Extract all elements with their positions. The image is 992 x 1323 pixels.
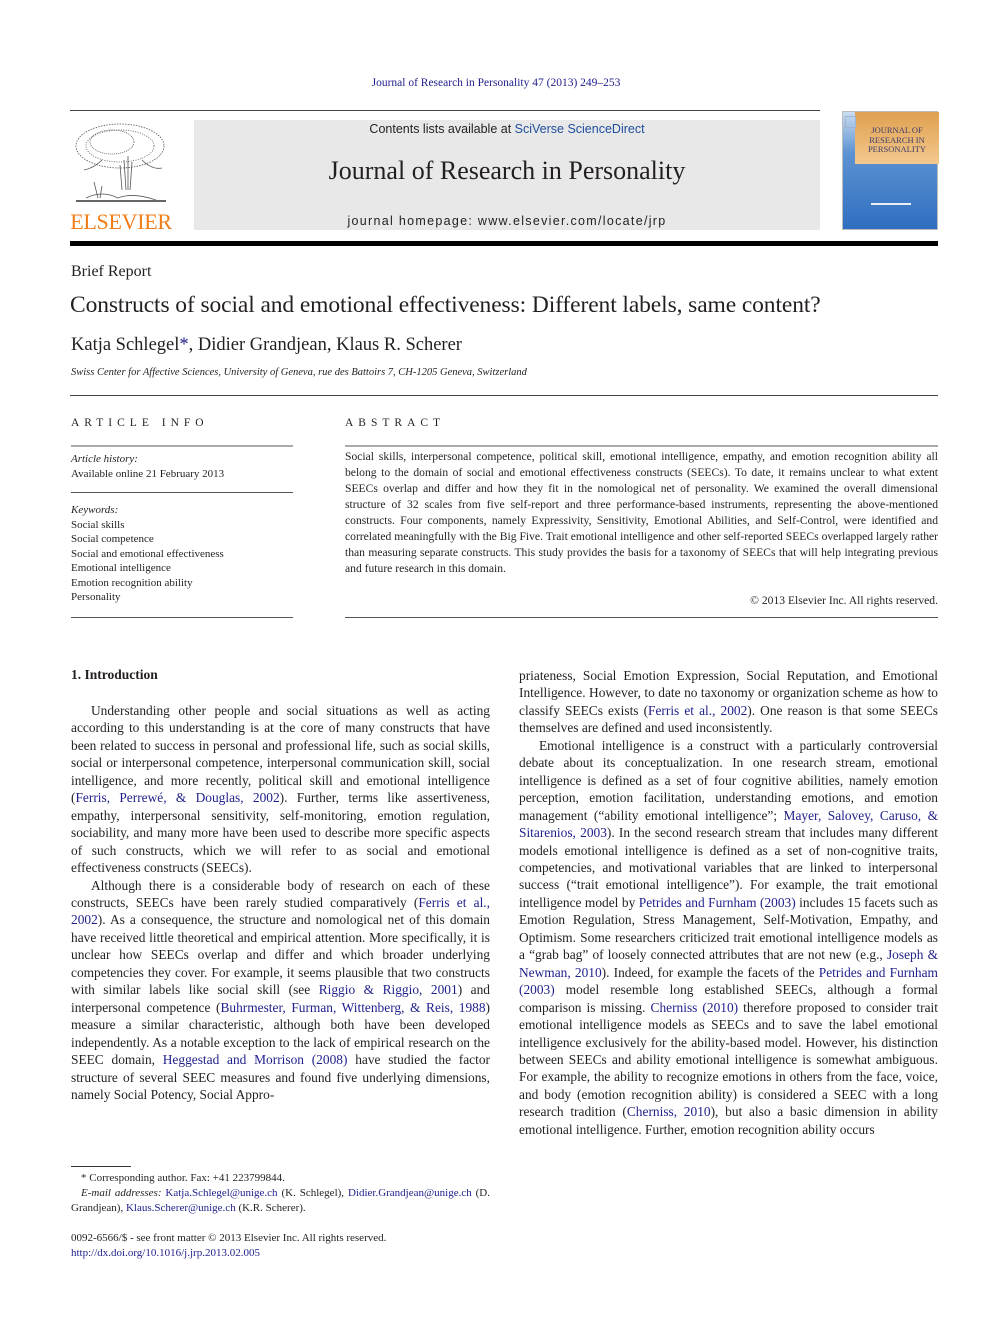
keyword: Emotion recognition ability [71, 576, 193, 589]
doi-link[interactable]: http://dx.doi.org/10.1016/j.jrp.2013.02.… [71, 1246, 571, 1261]
masthead-rule [70, 241, 938, 246]
footnote-rule [71, 1166, 131, 1167]
keyword: Social and emotional effectiveness [71, 547, 224, 560]
abstract-rule [345, 445, 938, 447]
keyword: Personality [71, 591, 121, 603]
citation-link[interactable]: Cherniss (2010) [651, 1000, 739, 1015]
history-value: Available online 21 February 2013 [71, 467, 225, 480]
journal-cover-image: JOURNAL OF RESEARCH IN PERSONALITY [842, 111, 939, 230]
footnotes: * Corresponding author. Fax: +41 2237998… [71, 1171, 490, 1216]
cover-title: JOURNAL OF RESEARCH IN PERSONALITY [867, 125, 927, 154]
journal-homepage[interactable]: journal homepage: www.elsevier.com/locat… [194, 214, 820, 228]
keyword: Emotional intelligence [71, 562, 171, 574]
email-addresses: E-mail addresses: Katja.Schlegel@unige.c… [71, 1187, 490, 1214]
body-column-left: Understanding other people and social si… [71, 702, 490, 1103]
paragraph: Understanding other people and social si… [71, 702, 490, 877]
author-name: Didier Grandjean [197, 335, 327, 355]
keyword-list: Social skills Social competence Social and… [71, 518, 293, 605]
sciencedirect-link[interactable]: SciVerse ScienceDirect [515, 122, 645, 136]
corresponding-author-marker[interactable]: * [179, 335, 188, 355]
citation-link[interactable]: Petrides and Furnham (2003) [639, 895, 796, 910]
article-type: Brief Report [71, 263, 152, 280]
citation-link[interactable]: Buhrmester, Furman, Wittenberg, & Reis, … [220, 1000, 485, 1015]
history-label: Article history: [71, 453, 138, 465]
issn-block: 0092-6566/$ - see front matter © 2013 El… [71, 1231, 571, 1261]
running-head[interactable]: Journal of Research in Personality 47 (2… [0, 77, 992, 89]
email-link[interactable]: Klaus.Scherer@unige.ch [126, 1202, 236, 1214]
title-rule [70, 395, 938, 396]
citation-link[interactable]: Ferris, Perrewé, & Douglas, 2002 [75, 790, 279, 805]
contents-line: Contents lists available at SciVerse Sci… [194, 122, 820, 136]
affiliation: Swiss Center for Affective Sciences, Uni… [71, 367, 527, 378]
author-list: Katja Schlegel*, Didier Grandjean, Klaus… [71, 335, 462, 355]
author-name: Katja Schlegel [71, 335, 180, 355]
abstract-bottom-rule [345, 617, 938, 618]
keyword: Social competence [71, 533, 154, 545]
paragraph: priateness, Social Emotion Expression, S… [519, 667, 938, 737]
email-label: E-mail addresses: [81, 1187, 166, 1199]
author-name: Klaus R. Scherer [336, 335, 462, 355]
body-column-right: priateness, Social Emotion Expression, S… [519, 667, 938, 1138]
cover-footer-mark [871, 203, 911, 205]
elsevier-tree-icon [75, 123, 166, 202]
text-run: therefore proposed to consider trait emo… [519, 999, 938, 1120]
keywords-label: Keywords: [71, 504, 119, 516]
elsevier-logo: ELSEVIER [70, 120, 172, 234]
info-separator [71, 492, 293, 493]
article-info: Article history: Available online 21 Feb… [71, 452, 293, 605]
section-heading: 1. Introduction [71, 667, 158, 682]
citation-link[interactable]: Riggio & Riggio, 2001 [319, 982, 458, 997]
email-link[interactable]: Katja.Schlegel@unige.ch [165, 1187, 277, 1199]
publisher-name: ELSEVIER [70, 209, 172, 234]
contents-prefix: Contents lists available at [369, 122, 515, 136]
abstract-copyright: © 2013 Elsevier Inc. All rights reserved… [750, 594, 938, 607]
abstract-text: Social skills, interpersonal competence,… [345, 450, 938, 575]
info-rule [71, 445, 293, 447]
info-bottom-rule [71, 617, 293, 618]
email-link[interactable]: Didier.Grandjean@unige.ch [348, 1187, 472, 1199]
citation-link[interactable]: Cherniss, 2010 [627, 1104, 711, 1119]
abstract-heading: ABSTRACT [345, 417, 446, 429]
corresponding-author-note: * Corresponding author. Fax: +41 2237998… [81, 1172, 285, 1184]
journal-masthead: Contents lists available at SciVerse Sci… [194, 120, 820, 230]
article-title: Constructs of social and emotional effec… [70, 292, 821, 318]
header-rule [70, 110, 820, 111]
text-run: ). Indeed, for example the facets of the [601, 964, 819, 980]
paragraph: Although there is a considerable body of… [71, 877, 490, 1104]
issn-line: 0092-6566/$ - see front matter © 2013 El… [71, 1232, 387, 1244]
paragraph: Emotional intelligence is a construct wi… [519, 737, 938, 1138]
article-info-heading: ARTICLE INFO [71, 417, 209, 429]
citation-link[interactable]: Ferris et al., 2002 [648, 703, 747, 718]
keyword: Social skills [71, 518, 125, 531]
journal-title: Journal of Research in Personality [328, 156, 686, 185]
citation-link[interactable]: Heggestad and Morrison (2008) [163, 1052, 348, 1067]
